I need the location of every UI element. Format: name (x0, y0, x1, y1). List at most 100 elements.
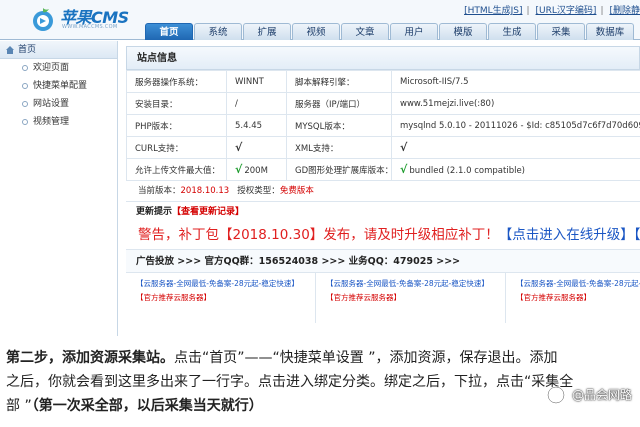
info-key: 安装目录： (126, 92, 227, 115)
nav-tab-video[interactable]: 视频 (292, 23, 340, 40)
table-row: 服务器操作系统： WINNT 脚本解释引擎： Microsoft-IIS/7.5 (126, 70, 640, 93)
toutiao-logo-icon (547, 385, 565, 404)
bullet-icon (22, 101, 28, 107)
ad-cell[interactable]: 【云服务器-全网最低-免备案-28元起-稳定快速】 【官方推荐云服务器】 (126, 273, 316, 323)
nav-tab-home[interactable]: 首页 (145, 23, 193, 40)
sidebar-item-video-manage[interactable]: 视频管理 (0, 113, 117, 131)
main-panel: 站点信息 服务器操作系统： WINNT 脚本解释引擎： Microsoft-II… (126, 46, 640, 336)
sidebar-item-label: 欢迎页面 (33, 63, 70, 73)
table-row: CURL支持： √ XML支持： √ (126, 136, 640, 159)
sidebar-header-home[interactable]: 首页 (0, 41, 117, 59)
caption-emphasis: （第一次采全部，以后采集当天就行） (31, 398, 263, 414)
ad-header: 广告投放 >>> 官方QQ群：156524038 >>> 业务QQ：479025… (126, 249, 640, 273)
info-value: 5.4.45 (226, 114, 287, 137)
license-label: 授权类型： (237, 186, 280, 196)
home-icon (6, 46, 14, 54)
nav-tab-generate[interactable]: 生成 (488, 23, 536, 40)
info-value: / (226, 92, 287, 115)
nav-tab-template[interactable]: 模版 (439, 23, 487, 40)
url-encode-link[interactable]: [URL汉字编码] (536, 3, 597, 16)
separator: | (600, 6, 604, 16)
nav-tab-article[interactable]: 文章 (341, 23, 389, 40)
info-value: mysqlnd 5.0.10 - 20111026 - $Id: c85105d… (391, 114, 640, 137)
caption-line-2: 之后，你就会看到这里多出来了一行字。点击进入绑定分类。绑定之后，下拉，点击“采集… (6, 374, 574, 390)
info-key: PHP版本： (126, 114, 227, 137)
info-key: 脚本解释引擎： (286, 70, 392, 93)
table-row: 允许上传文件最大值： √ 200M GD图形处理扩展库版本： √ bundled (… (126, 158, 640, 181)
nav-tab-extension[interactable]: 扩展 (243, 23, 291, 40)
sidebar-item-label: 视频管理 (33, 117, 70, 127)
ad-link[interactable]: 【官方推荐云服务器】 (516, 291, 640, 305)
info-value: www.51mejzi.live(:80) (391, 92, 640, 115)
sidebar-item-label: 快捷菜单配置 (33, 81, 88, 91)
info-key: 服务器操作系统： (126, 70, 227, 93)
check-icon: √ (400, 163, 408, 176)
separator: | (526, 6, 530, 16)
bullet-icon (22, 65, 28, 71)
info-key: GD图形处理扩展库版本： (286, 158, 392, 181)
site-info-table: 服务器操作系统： WINNT 脚本解释引擎： Microsoft-IIS/7.5… (126, 70, 640, 181)
ad-link[interactable]: 【云服务器-全网最低-免备案-28元起-稳定快速】 (136, 277, 315, 291)
info-value: √ 200M (226, 158, 287, 181)
info-value: Microsoft-IIS/7.5 (391, 70, 640, 93)
info-value: √ (226, 136, 287, 159)
info-key: XML支持： (286, 136, 392, 159)
update-header: 更新提示【查看更新记录】 (126, 201, 640, 221)
sidebar: 首页 欢迎页面 快捷菜单配置 网站设置 视频管理 (0, 41, 118, 336)
bullet-icon (22, 83, 28, 89)
top-links: [HTML生成JS] | [URL汉字编码] | [删除静 (458, 3, 640, 17)
ad-link[interactable]: 【官方推荐云服务器】 (136, 291, 315, 305)
info-value: √ (391, 136, 640, 159)
online-upgrade-link[interactable]: 【点击进入在线升级】【点 (499, 227, 640, 243)
sidebar-item-quick-menu[interactable]: 快捷菜单配置 (0, 77, 117, 95)
logo-subtext: WWW.MACCMS.COM (62, 24, 118, 30)
nav-tab-database[interactable]: 数据库 (586, 23, 634, 40)
watermark-text: @品会网路 (571, 388, 632, 402)
info-key: MYSQL版本： (286, 114, 392, 137)
main-nav: 首页 系统 扩展 视频 文章 用户 模版 生成 采集 数据库 (145, 23, 635, 40)
version-value: 2018.10.13 (180, 186, 230, 196)
watermark: @品会网路 (547, 384, 632, 406)
nav-tab-user[interactable]: 用户 (390, 23, 438, 40)
version-label: 当前版本： (138, 186, 181, 196)
html-to-js-link[interactable]: [HTML生成JS] (464, 3, 522, 16)
ad-link[interactable]: 【官方推荐云服务器】 (326, 291, 505, 305)
ad-link[interactable]: 【云服务器-全网最低-免备案-28元起-稳定快速】 (326, 277, 505, 291)
table-row: PHP版本： 5.4.45 MYSQL版本： mysqlnd 5.0.10 - … (126, 114, 640, 137)
apple-logo-icon (33, 8, 53, 31)
info-value: √ bundled (2.1.0 compatible) (391, 158, 640, 181)
ad-grid: 【云服务器-全网最低-免备案-28元起-稳定快速】 【官方推荐云服务器】 【云服… (126, 273, 640, 323)
table-row: 安装目录： / 服务器（IP/端口） www.51mejzi.live(:80) (126, 92, 640, 115)
article-caption: 第二步，添加资源采集站。点击“首页”——“快捷菜单设置 ”，添加资源，保存退出。… (0, 336, 640, 427)
check-icon: √ (235, 163, 243, 176)
view-update-log-link[interactable]: 【查看更新记录】 (172, 207, 244, 217)
gd-version-value: bundled (2.1.0 compatible) (409, 166, 525, 176)
info-value: WINNT (226, 70, 287, 93)
nav-tab-system[interactable]: 系统 (194, 23, 242, 40)
warning-text: 警告，补丁包【2018.10.30】发布，请及时升级相应补丁！ (138, 227, 499, 243)
ad-link[interactable]: 【云服务器-全网最低-免备案-28元起-稳定快速】 (516, 277, 640, 291)
version-line: 当前版本：2018.10.13 授权类型：免费版本 (126, 181, 640, 201)
panel-title: 站点信息 (126, 46, 640, 70)
header-bar: 苹果CMS WWW.MACCMS.COM [HTML生成JS] | [URL汉字编码… (0, 0, 640, 40)
caption-text: 部 ” (6, 398, 32, 414)
upload-max-value: 200M (244, 166, 268, 176)
caption-step-title: 第二步，添加资源采集站。 (6, 350, 174, 366)
ad-cell[interactable]: 【云服务器-全网最低-免备案-28元起-稳定快速】 【官方推荐云服务器】 (316, 273, 506, 323)
license-value: 免费版本 (279, 186, 314, 196)
info-key: 服务器（IP/端口） (286, 92, 392, 115)
sidebar-item-label: 网站设置 (33, 99, 70, 109)
cms-admin-window: 苹果CMS WWW.MACCMS.COM [HTML生成JS] | [URL汉字编码… (0, 0, 640, 336)
update-title: 更新提示 (136, 207, 173, 217)
sidebar-header-label: 首页 (18, 45, 37, 55)
caption-text: 点击“首页”——“快捷菜单设置 ”，添加资源，保存退出。添加 (174, 350, 558, 366)
delete-static-link[interactable]: [删除静 (609, 3, 640, 16)
bullet-icon (22, 119, 28, 125)
ad-cell[interactable]: 【云服务器-全网最低-免备案-28元起-稳定快速】 【官方推荐云服务器】 (506, 273, 640, 323)
sidebar-item-site-settings[interactable]: 网站设置 (0, 95, 117, 113)
logo[interactable]: 苹果CMS WWW.MACCMS.COM (30, 4, 140, 36)
info-key: CURL支持： (126, 136, 227, 159)
patch-warning: 警告，补丁包【2018.10.30】发布，请及时升级相应补丁！【点击进入在线升级… (126, 221, 640, 249)
nav-tab-collect[interactable]: 采集 (537, 23, 585, 40)
sidebar-item-welcome[interactable]: 欢迎页面 (0, 59, 117, 77)
